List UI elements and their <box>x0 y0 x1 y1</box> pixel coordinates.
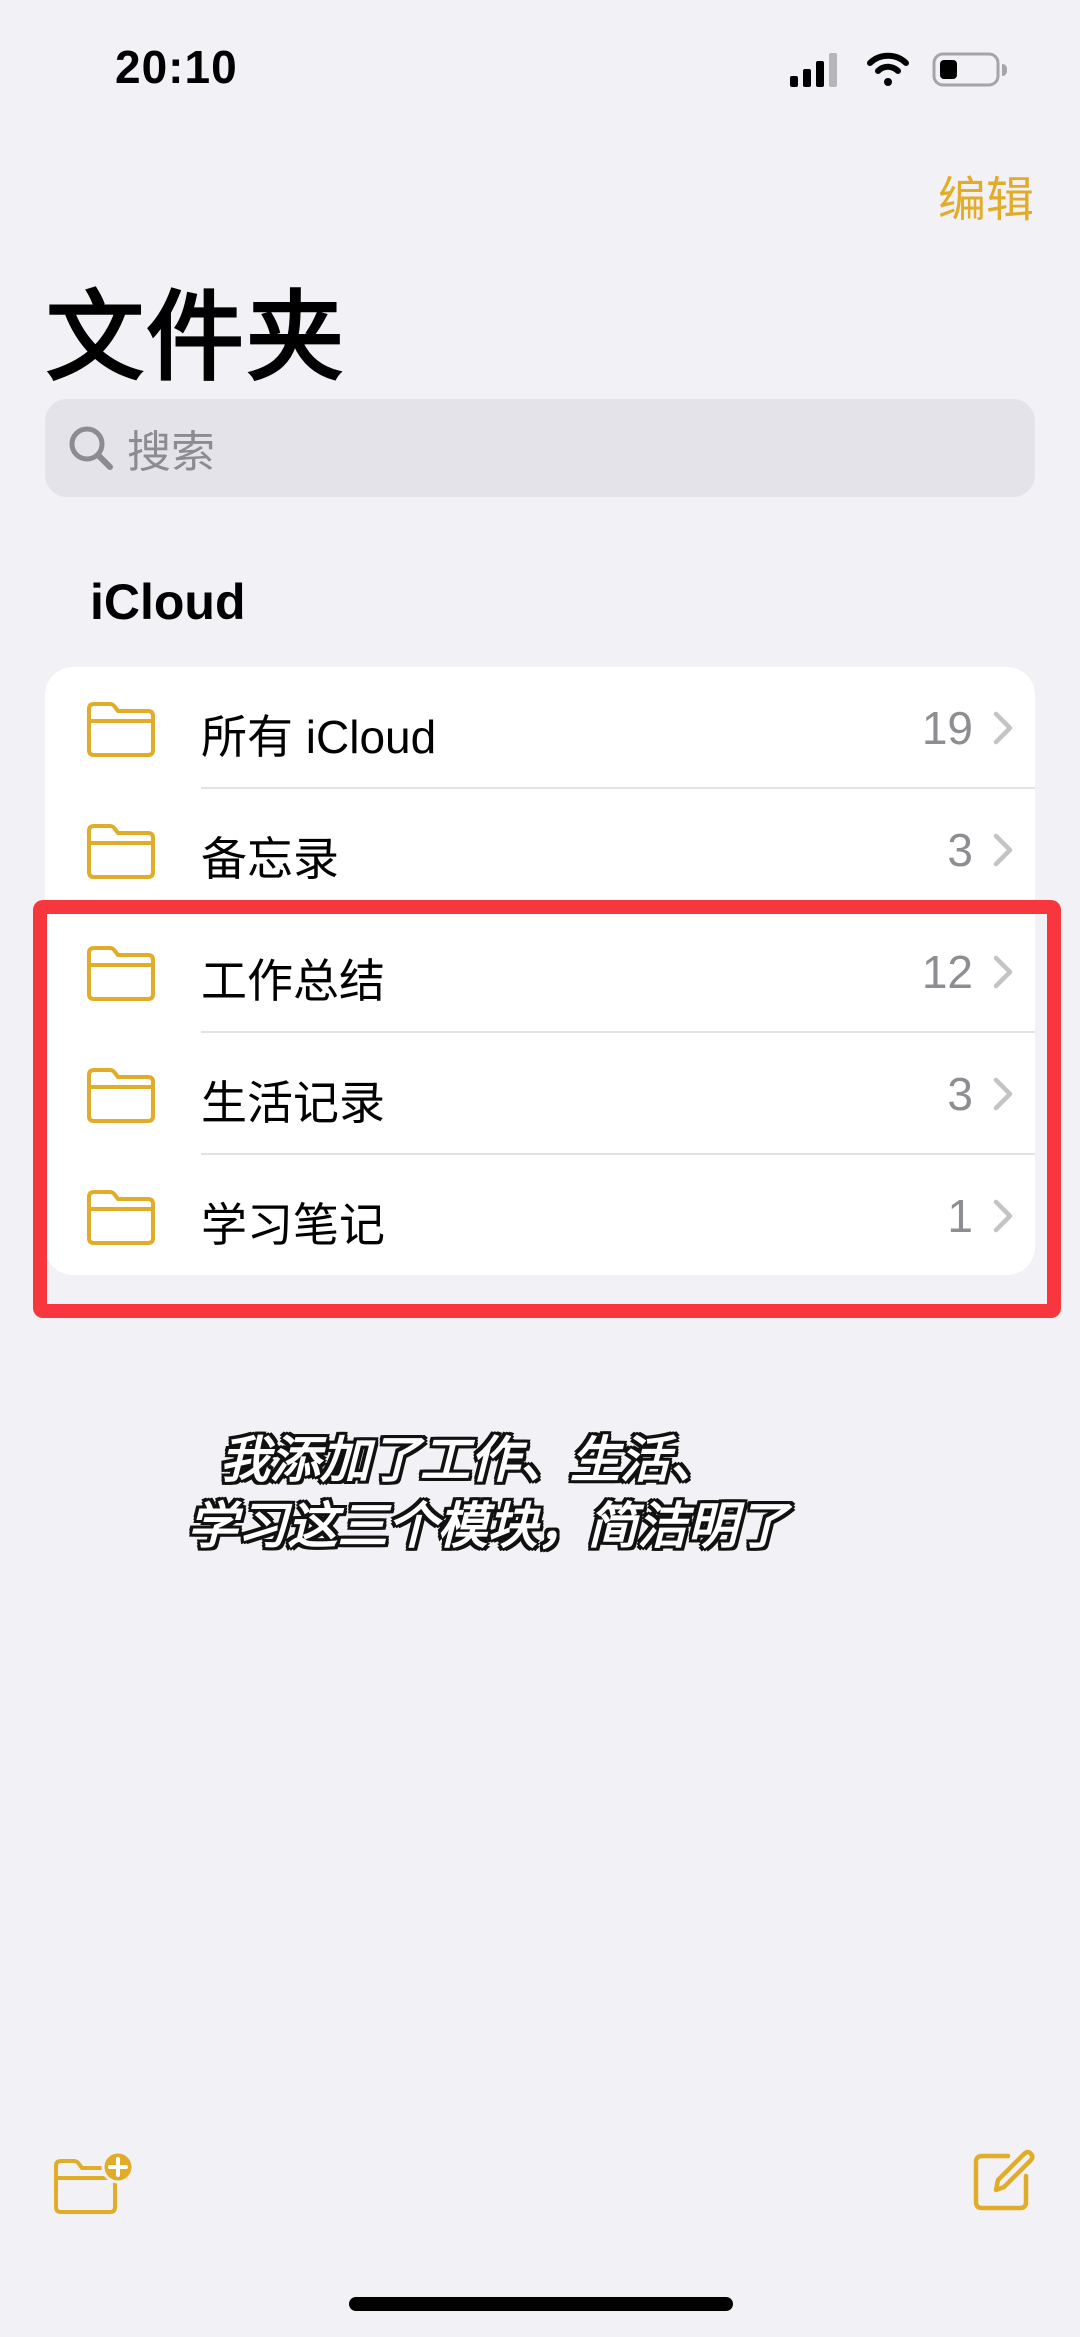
status-icons <box>788 50 1008 90</box>
highlight-box <box>33 900 1061 1318</box>
folder-count: 3 <box>947 824 973 876</box>
battery-icon <box>932 52 1007 87</box>
folder-icon <box>87 824 155 879</box>
section-header-icloud: iCloud <box>90 574 246 630</box>
search-placeholder: 搜索 <box>127 427 215 478</box>
folder-row-notes[interactable]: 备忘录 3 <box>45 789 1035 911</box>
chevron-right-icon <box>993 833 1013 867</box>
caption-overlay: 我添加了工作、生活、 学习这三个模块，简洁明了 <box>0 1427 1080 1559</box>
folder-row-all-icloud[interactable]: 所有 iCloud 19 <box>45 667 1035 789</box>
folder-label: 备忘录 <box>201 833 339 885</box>
compose-icon[interactable] <box>968 2146 1036 2214</box>
status-time: 20:10 <box>115 41 238 93</box>
home-indicator[interactable] <box>349 2297 733 2311</box>
folder-icon <box>87 702 155 757</box>
caption-line-1: 我添加了工作、生活、 <box>220 1431 720 1489</box>
cellular-signal-icon <box>790 53 837 87</box>
caption-line-2: 学习这三个模块，简洁明了 <box>187 1497 788 1555</box>
edit-button[interactable]: 编辑 <box>938 160 1034 230</box>
chevron-right-icon <box>993 711 1013 745</box>
folder-plus-icon[interactable] <box>52 2150 138 2216</box>
page-title: 文件夹 <box>46 281 347 395</box>
folder-label: 所有 iCloud <box>201 711 437 763</box>
wifi-icon <box>867 52 909 86</box>
folder-count: 19 <box>921 702 973 754</box>
search-icon <box>69 426 113 470</box>
search-field[interactable]: 搜索 <box>45 399 1035 497</box>
